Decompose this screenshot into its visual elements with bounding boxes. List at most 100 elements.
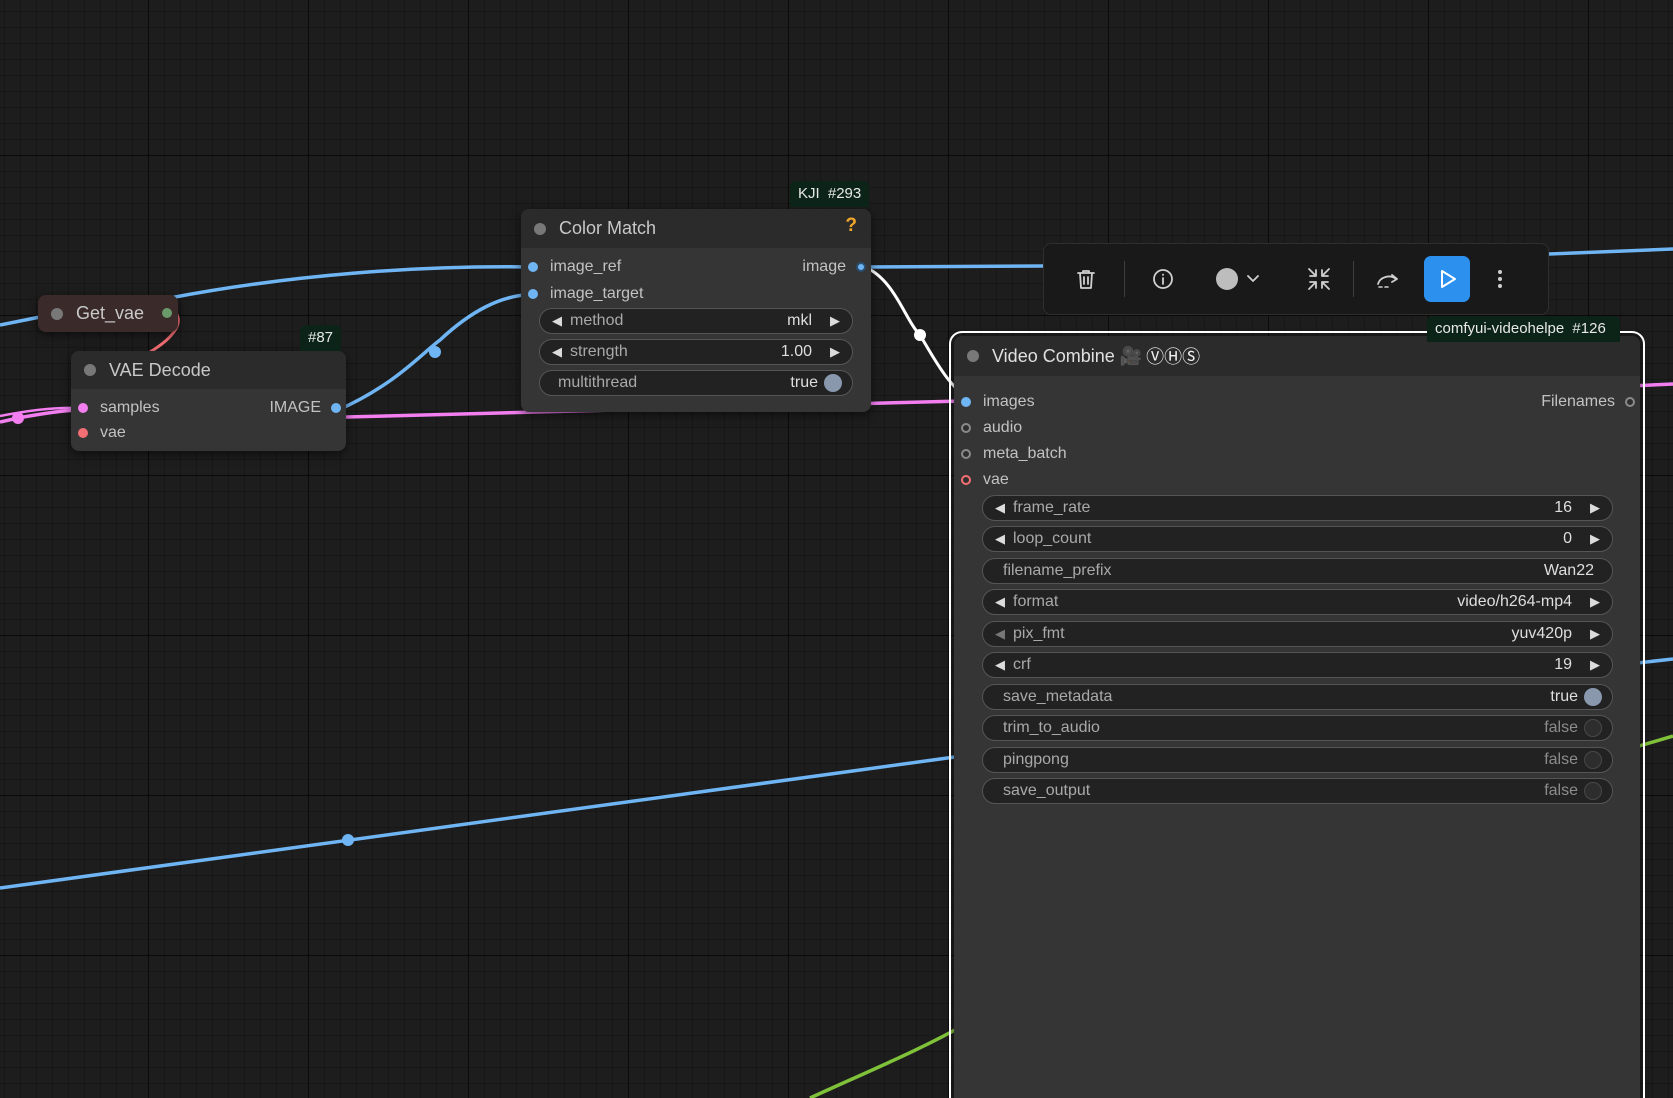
- collapse-dot-icon[interactable]: [534, 222, 546, 235]
- increment-arrow-icon[interactable]: ▶: [828, 313, 842, 329]
- vae-decode-output-image[interactable]: IMAGE: [269, 399, 341, 417]
- collapse-dot-icon[interactable]: [84, 364, 96, 376]
- vae-decode-header[interactable]: VAE Decode: [71, 351, 346, 389]
- color-match-header[interactable]: Color Match ?: [521, 209, 871, 248]
- images-socket[interactable]: [961, 397, 971, 407]
- toggle-on-indicator[interactable]: [1584, 688, 1602, 706]
- loop-count-widget[interactable]: ◀ loop_count 0 ▶: [982, 526, 1613, 552]
- frame-rate-label: frame_rate: [1013, 499, 1091, 516]
- toolbar-divider: [1124, 261, 1125, 297]
- increment-arrow-icon[interactable]: ▶: [828, 344, 842, 360]
- filename-prefix-input[interactable]: filename_prefix Wan22: [982, 558, 1613, 584]
- samples-socket[interactable]: [78, 403, 88, 413]
- vae-socket[interactable]: [78, 428, 88, 438]
- run-node-button[interactable]: [1424, 256, 1470, 302]
- image-output-socket[interactable]: [331, 403, 341, 413]
- image-target-label: image_target: [550, 285, 644, 302]
- audio-socket[interactable]: [961, 423, 971, 433]
- collapse-dot-icon[interactable]: [51, 307, 63, 320]
- video-combine-input-images[interactable]: images: [961, 393, 1035, 411]
- crf-value: 19: [1554, 656, 1572, 673]
- get-vae-node[interactable]: Get_vae: [38, 295, 178, 332]
- video-combine-input-meta-batch[interactable]: meta_batch: [961, 445, 1067, 463]
- toggle-off-indicator[interactable]: [1584, 719, 1602, 737]
- format-combo[interactable]: ◀ format video/h264-mp4 ▶: [982, 589, 1613, 615]
- save-metadata-value: true: [1550, 688, 1578, 705]
- video-combine-header[interactable]: Video Combine 🎥 ⓋⒽⓈ: [954, 336, 1640, 376]
- method-value: mkl: [787, 312, 812, 329]
- collapse-icon: [1308, 268, 1330, 290]
- get-vae-output-dot[interactable]: [162, 308, 172, 318]
- decrement-arrow-icon[interactable]: ◀: [993, 626, 1007, 642]
- save-output-toggle[interactable]: save_output false: [982, 778, 1613, 804]
- link-image-target[interactable]: [335, 292, 536, 413]
- color-picker-button[interactable]: [1205, 257, 1275, 301]
- collapse-dot-icon[interactable]: [967, 350, 979, 362]
- decrement-arrow-icon[interactable]: ◀: [550, 313, 564, 329]
- toggle-off-indicator[interactable]: [1584, 782, 1602, 800]
- link-green-bottom[interactable]: [809, 1024, 963, 1098]
- collapse-node-button[interactable]: [1297, 257, 1341, 301]
- multithread-value: true: [790, 374, 818, 391]
- toggle-on-indicator[interactable]: [824, 374, 842, 392]
- method-widget[interactable]: ◀ method mkl ▶: [539, 308, 853, 334]
- node-info-button[interactable]: [1141, 257, 1185, 301]
- link-image-lower[interactable]: [0, 754, 963, 890]
- get-vae-header[interactable]: Get_vae: [38, 295, 178, 332]
- link-image-ref[interactable]: [169, 265, 536, 300]
- decrement-arrow-icon[interactable]: ◀: [993, 594, 1007, 610]
- multithread-label: multithread: [558, 374, 638, 391]
- bypass-button[interactable]: [1366, 257, 1410, 301]
- help-icon[interactable]: ?: [845, 215, 857, 237]
- increment-arrow-icon[interactable]: ▶: [1588, 594, 1602, 610]
- trim-to-audio-value: false: [1544, 719, 1578, 736]
- save-metadata-label: save_metadata: [1003, 688, 1113, 705]
- image-target-socket[interactable]: [528, 289, 538, 299]
- format-label: format: [1013, 593, 1059, 610]
- toggle-off-indicator[interactable]: [1584, 751, 1602, 769]
- video-combine-output-filenames[interactable]: Filenames: [1541, 393, 1635, 411]
- image-ref-socket[interactable]: [528, 262, 538, 272]
- increment-arrow-icon[interactable]: ▶: [1588, 626, 1602, 642]
- multithread-toggle[interactable]: multithread true: [539, 370, 853, 396]
- video-combine-input-vae[interactable]: vae: [961, 471, 1009, 489]
- vae-decode-input-vae[interactable]: vae: [78, 424, 126, 442]
- increment-arrow-icon[interactable]: ▶: [1588, 657, 1602, 673]
- vae-decode-badge-id: #87: [308, 329, 334, 346]
- image-output-socket[interactable]: [856, 262, 866, 272]
- color-match-node[interactable]: Color Match ? image_ref image_target ima…: [521, 209, 871, 412]
- more-options-button[interactable]: [1478, 257, 1522, 301]
- strength-widget[interactable]: ◀ strength 1.00 ▶: [539, 339, 853, 365]
- info-icon: [1153, 269, 1173, 289]
- color-match-input-image-target[interactable]: image_target: [528, 285, 643, 303]
- save-metadata-toggle[interactable]: save_metadata true: [982, 684, 1613, 710]
- trim-to-audio-toggle[interactable]: trim_to_audio false: [982, 715, 1613, 741]
- color-match-output-image[interactable]: image: [802, 258, 866, 276]
- vae-decode-input-samples[interactable]: samples: [78, 399, 160, 417]
- decrement-arrow-icon[interactable]: ◀: [993, 657, 1007, 673]
- link-image-top-right[interactable]: [1548, 247, 1673, 256]
- increment-arrow-icon[interactable]: ▶: [1588, 531, 1602, 547]
- video-combine-badge-source: comfyui-videohelpe: [1435, 320, 1565, 337]
- frame-rate-widget[interactable]: ◀ frame_rate 16 ▶: [982, 495, 1613, 521]
- delete-button[interactable]: [1064, 257, 1108, 301]
- video-combine-node[interactable]: Video Combine 🎥 ⓋⒽⓈ images audio meta_ba…: [949, 331, 1645, 1098]
- link-image-left[interactable]: [0, 315, 41, 327]
- crf-widget[interactable]: ◀ crf 19 ▶: [982, 652, 1613, 678]
- vae-socket[interactable]: [961, 475, 971, 485]
- link-image-out-top[interactable]: [864, 264, 1046, 269]
- video-combine-input-audio[interactable]: audio: [961, 419, 1022, 437]
- filenames-socket[interactable]: [1625, 397, 1635, 407]
- meta-batch-socket[interactable]: [961, 449, 971, 459]
- color-match-input-image-ref[interactable]: image_ref: [528, 258, 621, 276]
- decrement-arrow-icon[interactable]: ◀: [993, 531, 1007, 547]
- decrement-arrow-icon[interactable]: ◀: [550, 344, 564, 360]
- vae-decode-node[interactable]: VAE Decode samples vae IMAGE: [71, 351, 346, 451]
- link-latent-left[interactable]: [0, 408, 81, 424]
- increment-arrow-icon[interactable]: ▶: [1588, 500, 1602, 516]
- pix-fmt-value: yuv420p: [1511, 625, 1573, 642]
- decrement-arrow-icon[interactable]: ◀: [993, 500, 1007, 516]
- pingpong-toggle[interactable]: pingpong false: [982, 747, 1613, 773]
- pix-fmt-combo[interactable]: ◀ pix_fmt yuv420p ▶: [982, 621, 1613, 647]
- audio-label: audio: [983, 419, 1023, 436]
